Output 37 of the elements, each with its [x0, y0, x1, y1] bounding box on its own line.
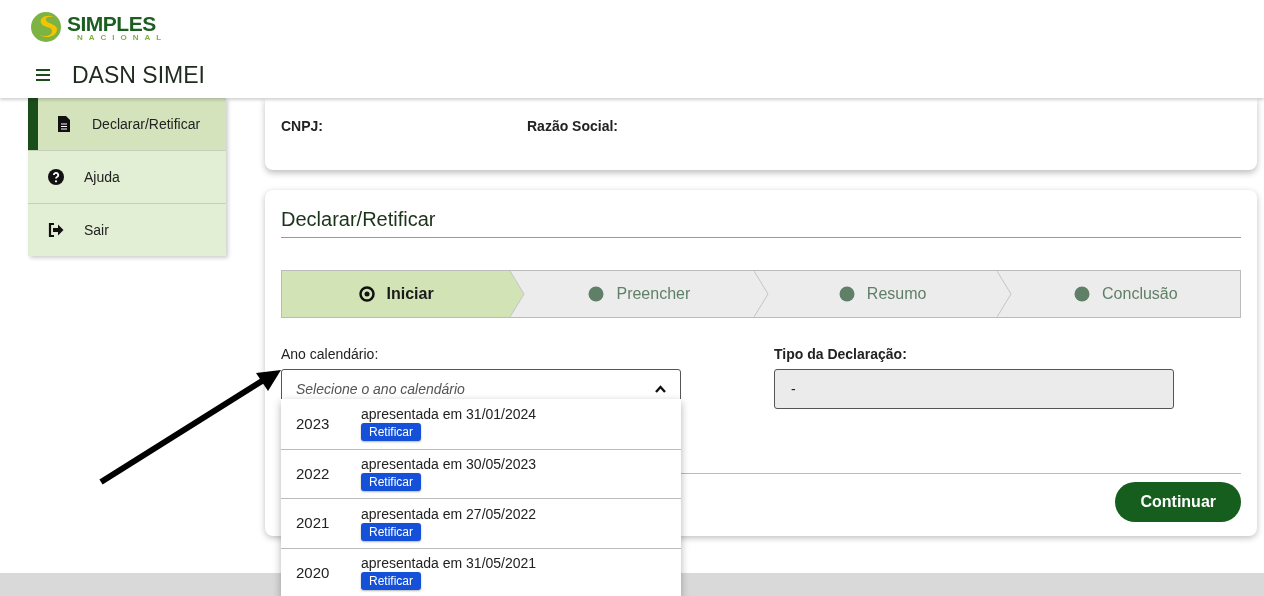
help-icon — [48, 169, 64, 185]
field-label: CNPJ: — [281, 117, 324, 136]
document-icon — [58, 116, 70, 132]
step-dot-icon — [838, 286, 855, 302]
app-title: DASN SIMEI — [72, 61, 205, 90]
menu-icon — [36, 69, 50, 82]
retificar-badge[interactable]: Retificar — [361, 572, 421, 591]
field-label: Razão Social: — [527, 117, 619, 136]
option-status: apresentada em 31/01/2024 — [361, 406, 537, 424]
sidebar-item[interactable]: Declarar/Retificar — [28, 98, 226, 150]
step-tab[interactable]: Resumo — [768, 271, 997, 317]
retificar-badge[interactable]: Retificar — [361, 473, 421, 492]
sidebar-item[interactable]: Ajuda — [28, 150, 226, 203]
retificar-badge[interactable]: Retificar — [361, 423, 421, 442]
option-status: apresentada em 27/05/2022 — [361, 505, 537, 523]
year-option[interactable]: 2022 apresentada em 30/05/2023 Retificar — [281, 448, 681, 498]
continue-button[interactable]: Continuar — [1115, 482, 1241, 522]
year-option[interactable]: 2020 apresentada em 31/05/2021 Retificar — [281, 547, 681, 596]
logo-subtitle: NACIONAL — [77, 33, 168, 42]
step-tab[interactable]: Conclusão — [1011, 271, 1240, 317]
step-dot-icon — [588, 286, 605, 302]
exit-icon — [48, 223, 64, 237]
retificar-badge[interactable]: Retificar — [361, 522, 421, 541]
field-label: Tipo da Declaração: — [774, 345, 908, 364]
logo-wordmark: SIMPLES — [67, 12, 157, 34]
step-dot-icon — [1074, 286, 1091, 302]
caret-icon — [655, 385, 666, 393]
menu-button[interactable] — [36, 69, 50, 82]
option-status: apresentada em 31/05/2021 — [361, 555, 537, 573]
step-tab[interactable]: Preencher — [525, 271, 754, 317]
radio-ring-icon — [358, 286, 375, 302]
year-option[interactable]: 2021 apresentada em 27/05/2022 Retificar — [281, 498, 681, 548]
option-status: apresentada em 30/05/2023 — [361, 456, 537, 474]
section-title: Declarar/Retificar — [281, 204, 1241, 238]
field-label: Ano calendário: — [281, 345, 380, 364]
logo-icon — [30, 11, 64, 43]
sidebar-item[interactable]: Sair — [28, 203, 226, 256]
